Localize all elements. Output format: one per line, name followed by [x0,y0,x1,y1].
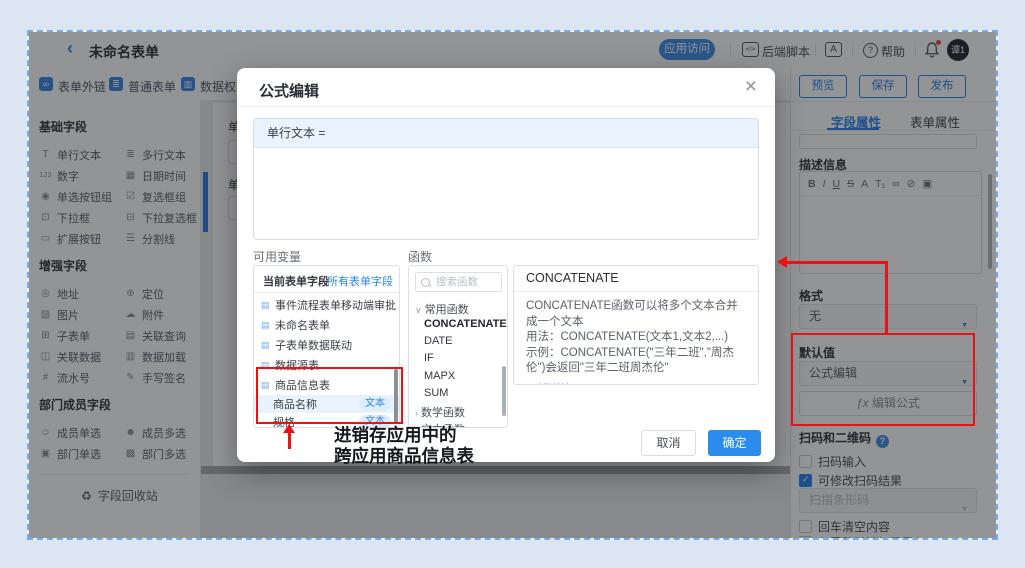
modal-title: 公式编辑 [259,80,319,101]
form-name: 子表单数据联动 [275,337,352,353]
annotation-box-product-table [256,367,403,424]
available-variables-label: 可用变量 [253,248,301,265]
form-name: 事件流程表单移动端审批 [275,297,396,313]
function-item-concatenate[interactable]: CONCATENATE [409,318,507,333]
functions-panel: ∨常用函数 CONCATENATE DATE IF MAPX SUM ›数学函数… [408,265,508,428]
function-search-box [415,272,502,292]
variable-form-item[interactable]: ▤ 未命名表单 [254,316,399,334]
group-label: 数学函数 [421,407,465,419]
app-window: ‹ 未命名表单 应用访问 </> 后端脚本 A ? 帮助 谭1 ∞ 表单外链 ≣… [27,30,998,540]
confirm-button[interactable]: 确定 [708,430,761,456]
annotation-line-vertical [885,261,888,334]
learn-more-link[interactable]: 了解详情 [526,383,572,386]
formula-target: 单行文本 = [254,119,758,148]
screenshot-stage: ‹ 未命名表单 应用访问 </> 后端脚本 A ? 帮助 谭1 ∞ 表单外链 ≣… [0,0,1025,568]
function-item-if[interactable]: IF [409,352,507,367]
formula-editor[interactable]: 单行文本 = [253,118,759,240]
function-group-math[interactable]: ›数学函数 [409,404,507,419]
form-doc-icon: ▤ [261,340,271,351]
annotation-box-default-value [791,333,975,426]
function-item-sum[interactable]: SUM [409,387,507,402]
chevron-right-icon: › [415,408,418,418]
variables-tabs: 当前表单字段 所有表单字段 [254,266,399,293]
function-item-date[interactable]: DATE [409,335,507,350]
functions-scrollbar[interactable] [502,366,506,416]
chevron-down-icon: ∨ [415,305,422,315]
tab-current-form-fields[interactable]: 当前表单字段 [263,273,329,289]
divider [237,106,775,107]
function-usage: 用法：CONCATENATE(文本1,文本2,...) [526,330,746,346]
group-label: 常用函数 [425,304,469,316]
cancel-button[interactable]: 取消 [641,430,696,456]
close-icon[interactable]: × [745,75,757,99]
functions-label: 函数 [408,248,432,265]
annotation-note-line1: 进销存应用中的 [334,425,474,446]
form-doc-icon: ▤ [261,320,271,331]
function-search-input[interactable] [434,275,496,289]
function-example: 示例：CONCATENATE("三年二班","周杰伦")会返回"三年二班周杰伦" [526,346,746,377]
function-detail-title: CONCATENATE [514,266,758,292]
function-description: CONCATENATE函数可以将多个文本合并成一个文本 [526,299,746,330]
form-name: 未命名表单 [275,317,330,333]
variable-form-item[interactable]: ▤ 事件流程表单移动端审批 [254,296,399,314]
function-group-common[interactable]: ∨常用函数 [409,301,507,316]
form-doc-icon: ▤ [261,300,271,311]
variable-form-item[interactable]: ▤ 子表单数据联动 [254,336,399,354]
annotation-arrow-stem [288,432,291,449]
tab-all-form-fields[interactable]: 所有表单字段 [327,273,393,289]
annotation-line-horizontal [786,261,887,264]
search-icon [421,278,430,287]
function-detail-body: CONCATENATE函数可以将多个文本合并成一个文本 用法：CONCATENA… [514,292,758,385]
function-detail-panel: CONCATENATE CONCATENATE函数可以将多个文本合并成一个文本 … [513,265,759,385]
function-item-mapx[interactable]: MAPX [409,370,507,385]
annotation-note-line2: 跨应用商品信息表 [334,446,474,467]
annotation-note: 进销存应用中的 跨应用商品信息表 [334,425,474,467]
